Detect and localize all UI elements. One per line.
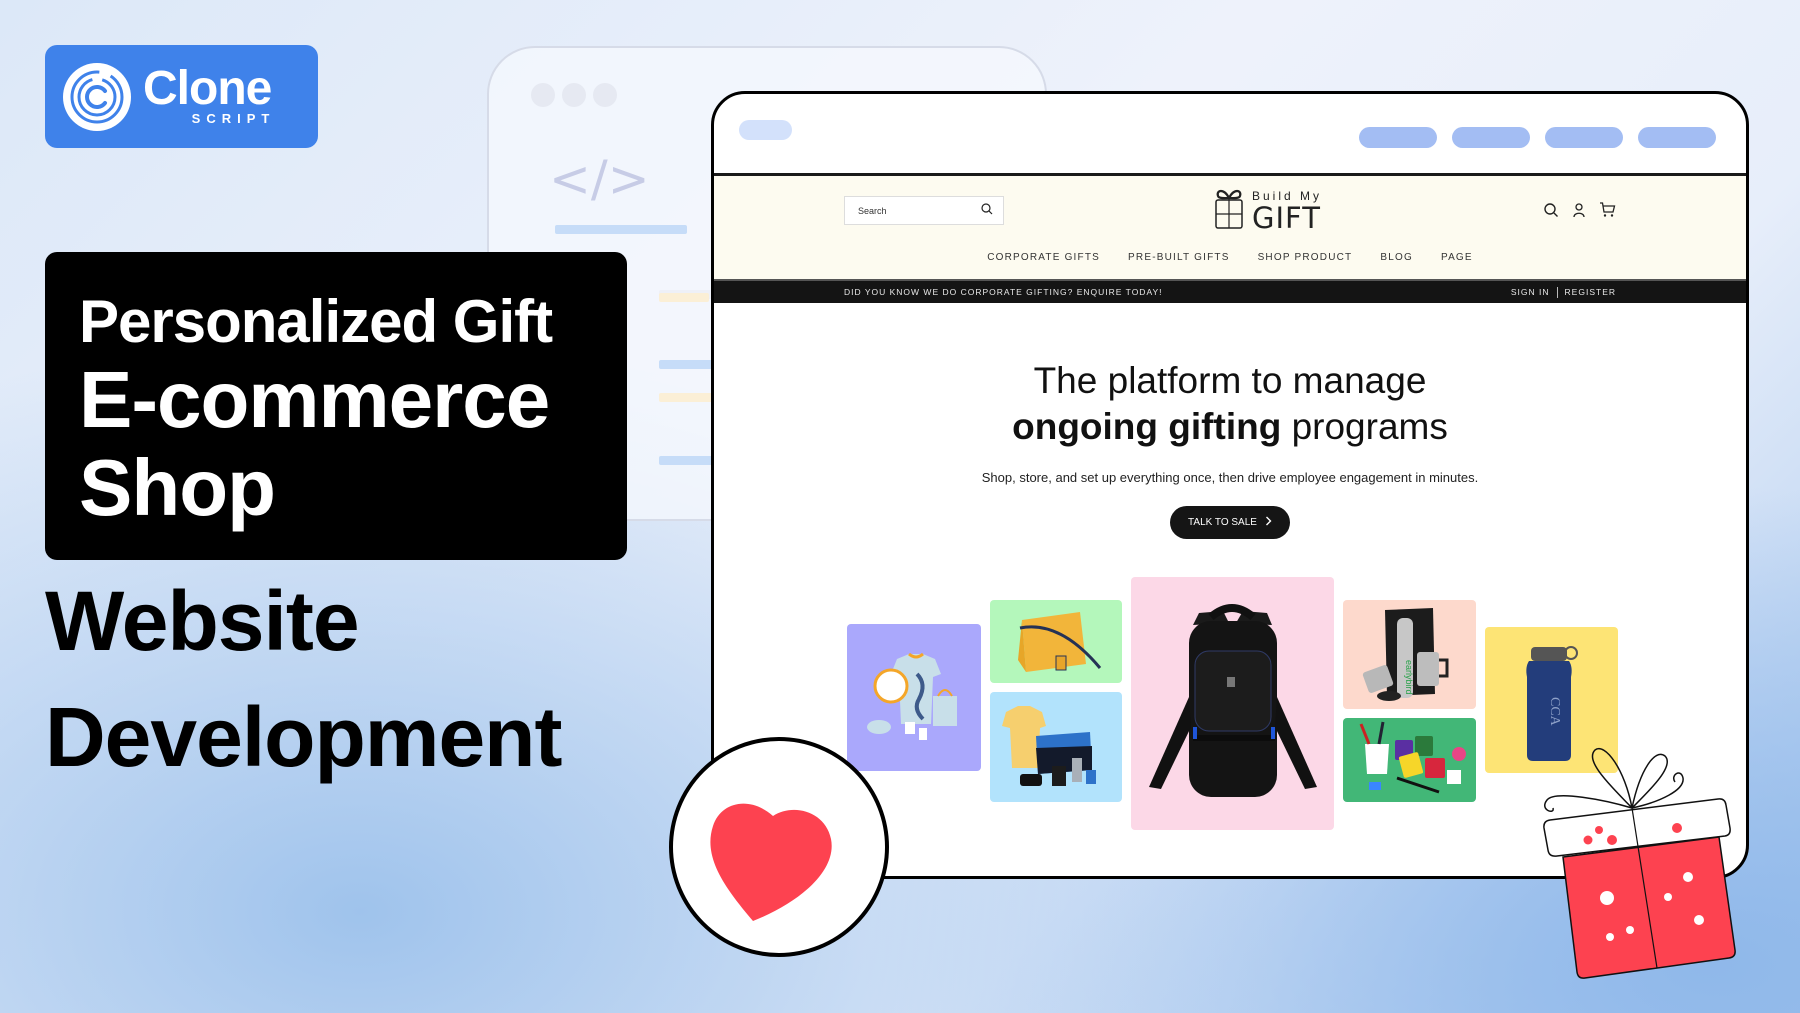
- product-tile-polo-kit[interactable]: [990, 692, 1122, 802]
- nav-blog[interactable]: BLOG: [1380, 252, 1413, 263]
- nav-pre-built-gifts[interactable]: PRE-BUILT GIFTS: [1128, 252, 1230, 263]
- hero-title-line-1: The platform to manage: [1033, 360, 1427, 401]
- heart-badge: [669, 737, 889, 957]
- subheadline-line-1: Website: [45, 574, 360, 668]
- cart-icon[interactable]: [1599, 202, 1616, 223]
- cta-label: TALK TO SALE: [1188, 517, 1257, 528]
- search-input[interactable]: [858, 205, 968, 216]
- nav-page[interactable]: PAGE: [1441, 252, 1473, 263]
- chevron-right-icon: [1265, 516, 1272, 529]
- headline-line-1: Personalized Gift: [79, 288, 553, 355]
- tab-placeholder: [1545, 127, 1623, 148]
- search-icon[interactable]: [1543, 202, 1559, 223]
- code-line: [659, 393, 719, 402]
- product-tile-mugs-set[interactable]: [1343, 718, 1476, 802]
- logo-big-text: GIFT: [1252, 200, 1321, 235]
- nav-corporate-gifts[interactable]: CORPORATE GIFTS: [987, 252, 1100, 263]
- gift-box-icon: [1214, 186, 1244, 235]
- address-bar-placeholder: [739, 120, 792, 140]
- tab-placeholder: [1452, 127, 1530, 148]
- headline-line-3: Shop: [79, 443, 276, 532]
- code-line: [659, 360, 719, 369]
- headline-card: Personalized Gift E-commerce Shop: [45, 252, 627, 560]
- gift-box-decoration: [1515, 740, 1755, 985]
- code-line: [659, 293, 709, 302]
- heart-icon: [710, 803, 832, 921]
- brand-name: Clone: [143, 61, 272, 115]
- browser-tab-placeholders: [1359, 127, 1716, 148]
- svg-text:CCA: CCA: [1547, 697, 1562, 727]
- sign-in-link[interactable]: SIGN IN: [1511, 287, 1550, 297]
- site-search: [844, 196, 1004, 225]
- hero-title-rest: programs: [1281, 406, 1448, 447]
- build-my-gift-logo[interactable]: Build My GIFT: [1214, 186, 1322, 235]
- hero-title-bold: ongoing gifting: [1012, 406, 1282, 447]
- hero-section: The platform to manage ongoing gifting p…: [714, 303, 1746, 539]
- svg-text:earlybird: earlybird: [1404, 660, 1414, 695]
- polo-kit-image: [1002, 706, 1096, 786]
- backpack-image: [1149, 604, 1317, 797]
- header-actions: [1543, 202, 1616, 223]
- thermos-set-image: earlybird: [1362, 608, 1449, 701]
- search-icon[interactable]: [981, 202, 993, 220]
- product-tile-messenger-bag[interactable]: [990, 600, 1122, 683]
- brand-tagline: SCRIPT: [191, 110, 276, 126]
- talk-to-sale-button[interactable]: TALK TO SALE: [1170, 506, 1290, 539]
- mugs-set-image: [1359, 721, 1466, 794]
- nav-shop-product[interactable]: SHOP PRODUCT: [1258, 252, 1353, 263]
- code-line: [659, 456, 719, 465]
- hero-description: Shop, store, and set up everything once,…: [981, 470, 1479, 485]
- headline-line-2: E-commerce: [79, 355, 550, 444]
- user-icon[interactable]: [1571, 202, 1587, 223]
- tab-placeholder: [1359, 127, 1437, 148]
- product-tile-backpack[interactable]: [1131, 577, 1334, 830]
- promo-message[interactable]: DID YOU KNOW WE DO CORPORATE GIFTING? EN…: [844, 287, 1163, 297]
- code-tag-icon: </>: [549, 150, 650, 208]
- clone-script-mark-icon: [63, 62, 131, 131]
- register-link[interactable]: REGISTER: [1565, 287, 1616, 297]
- code-line: [555, 225, 687, 234]
- auth-separator: [1556, 286, 1558, 298]
- product-tile-thermos-set[interactable]: earlybird: [1343, 600, 1476, 709]
- clone-script-logo: Clone SCRIPT: [45, 45, 318, 148]
- main-nav: CORPORATE GIFTS PRE-BUILT GIFTS SHOP PRO…: [714, 252, 1746, 263]
- browser-toolbar: [714, 94, 1746, 176]
- yellow-bag-image: [1018, 612, 1102, 672]
- hero-title-line-2: ongoing gifting programs: [714, 404, 1746, 450]
- tab-placeholder: [1638, 127, 1716, 148]
- subheadline-line-2: Development: [45, 690, 562, 784]
- promo-bar: DID YOU KNOW WE DO CORPORATE GIFTING? EN…: [714, 281, 1746, 303]
- site-header: Build My GIFT CORPORATE GIFTS PRE-BUILT …: [714, 176, 1746, 281]
- window-dots: [531, 83, 617, 107]
- gift-box-icon: [1543, 747, 1736, 979]
